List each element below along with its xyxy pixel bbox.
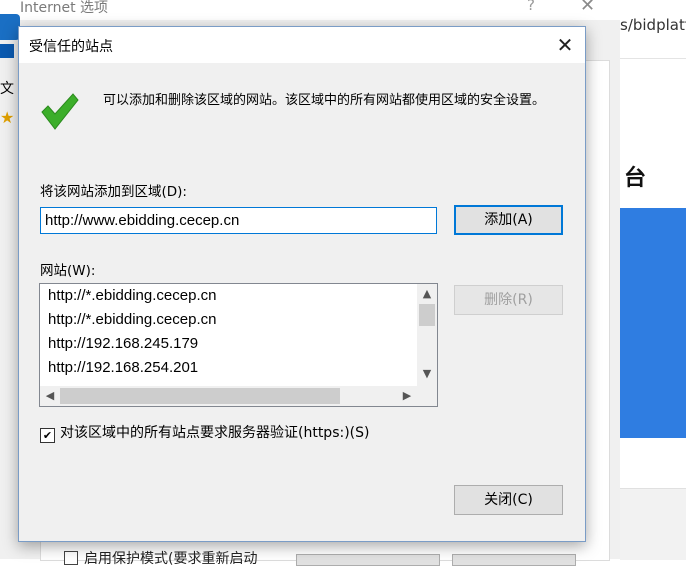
add-site-label: 将该网站添加到区域(D): <box>40 184 187 200</box>
internet-options-title: Internet 选项 <box>20 0 109 16</box>
browser-address[interactable]: s/bidplatf <box>620 16 686 34</box>
dialog-title: 受信任的站点 <box>29 39 113 55</box>
chevron-right-icon[interactable]: ▶ <box>397 386 417 406</box>
chevron-up-icon[interactable]: ▲ <box>417 284 437 304</box>
browser-background: s/bidplatf 台 <box>620 0 686 560</box>
site-url-input[interactable] <box>40 207 437 234</box>
chevron-down-icon[interactable]: ▼ <box>417 364 437 384</box>
chevron-left-icon[interactable]: ◀ <box>40 386 60 406</box>
sites-list[interactable]: http://*.ebidding.cecep.cn http://*.ebid… <box>39 283 438 407</box>
scrollbar-thumb[interactable] <box>60 388 340 404</box>
background-text: 文 <box>0 81 14 97</box>
remove-button[interactable]: 删除(R) <box>454 285 563 315</box>
scrollbar-corner <box>417 386 437 406</box>
list-item[interactable]: http://192.168.245.179 <box>48 335 198 352</box>
check-icon <box>41 93 79 130</box>
sites-label: 网站(W): <box>40 263 96 279</box>
divider <box>620 58 686 59</box>
checkbox-icon[interactable] <box>64 551 78 565</box>
help-icon[interactable]: ? <box>527 0 535 14</box>
page-footer <box>620 488 686 560</box>
scrollbar-thumb[interactable] <box>419 304 435 326</box>
page-heading: 台 <box>624 166 647 191</box>
list-item[interactable]: http://*.ebidding.cecep.cn <box>48 311 216 328</box>
require-https-checkbox[interactable]: ✔ 对该区域中的所有站点要求服务器验证(https:)(S) <box>40 422 369 443</box>
checkbox-icon[interactable]: ✔ <box>40 428 55 443</box>
vertical-scrollbar[interactable]: ▲ ▼ <box>417 284 437 386</box>
add-button[interactable]: 添加(A) <box>454 205 563 235</box>
default-level-button[interactable] <box>452 554 576 566</box>
horizontal-scrollbar[interactable]: ◀ ▶ <box>40 386 417 406</box>
require-https-label: 对该区域中的所有站点要求服务器验证(https:)(S) <box>60 425 370 441</box>
protected-mode-checkbox[interactable]: 启用保护模式(要求重新启动 <box>64 548 257 568</box>
dialog-titlebar: 受信任的站点 ✕ <box>19 27 585 63</box>
ie-icon <box>0 14 20 40</box>
internet-options-titlebar: Internet 选项 ? ✕ <box>0 0 620 20</box>
trusted-sites-dialog: 受信任的站点 ✕ 可以添加和删除该区域的网站。该区域中的所有网站都使用区域的安全… <box>18 26 586 542</box>
list-item[interactable]: http://192.168.254.201 <box>48 359 198 376</box>
custom-level-button[interactable] <box>296 554 440 566</box>
star-icon: ★ <box>0 108 15 127</box>
protected-mode-label: 启用保护模式(要求重新启动 <box>84 551 258 567</box>
close-icon[interactable]: ✕ <box>580 0 595 16</box>
info-text: 可以添加和删除该区域的网站。该区域中的所有网站都使用区域的安全设置。 <box>103 93 546 108</box>
close-button[interactable]: 关闭(C) <box>454 485 563 515</box>
list-item[interactable]: http://*.ebidding.cecep.cn <box>48 287 216 304</box>
close-icon[interactable]: ✕ <box>545 29 585 61</box>
globe-icon <box>0 44 14 58</box>
page-banner <box>620 208 686 438</box>
